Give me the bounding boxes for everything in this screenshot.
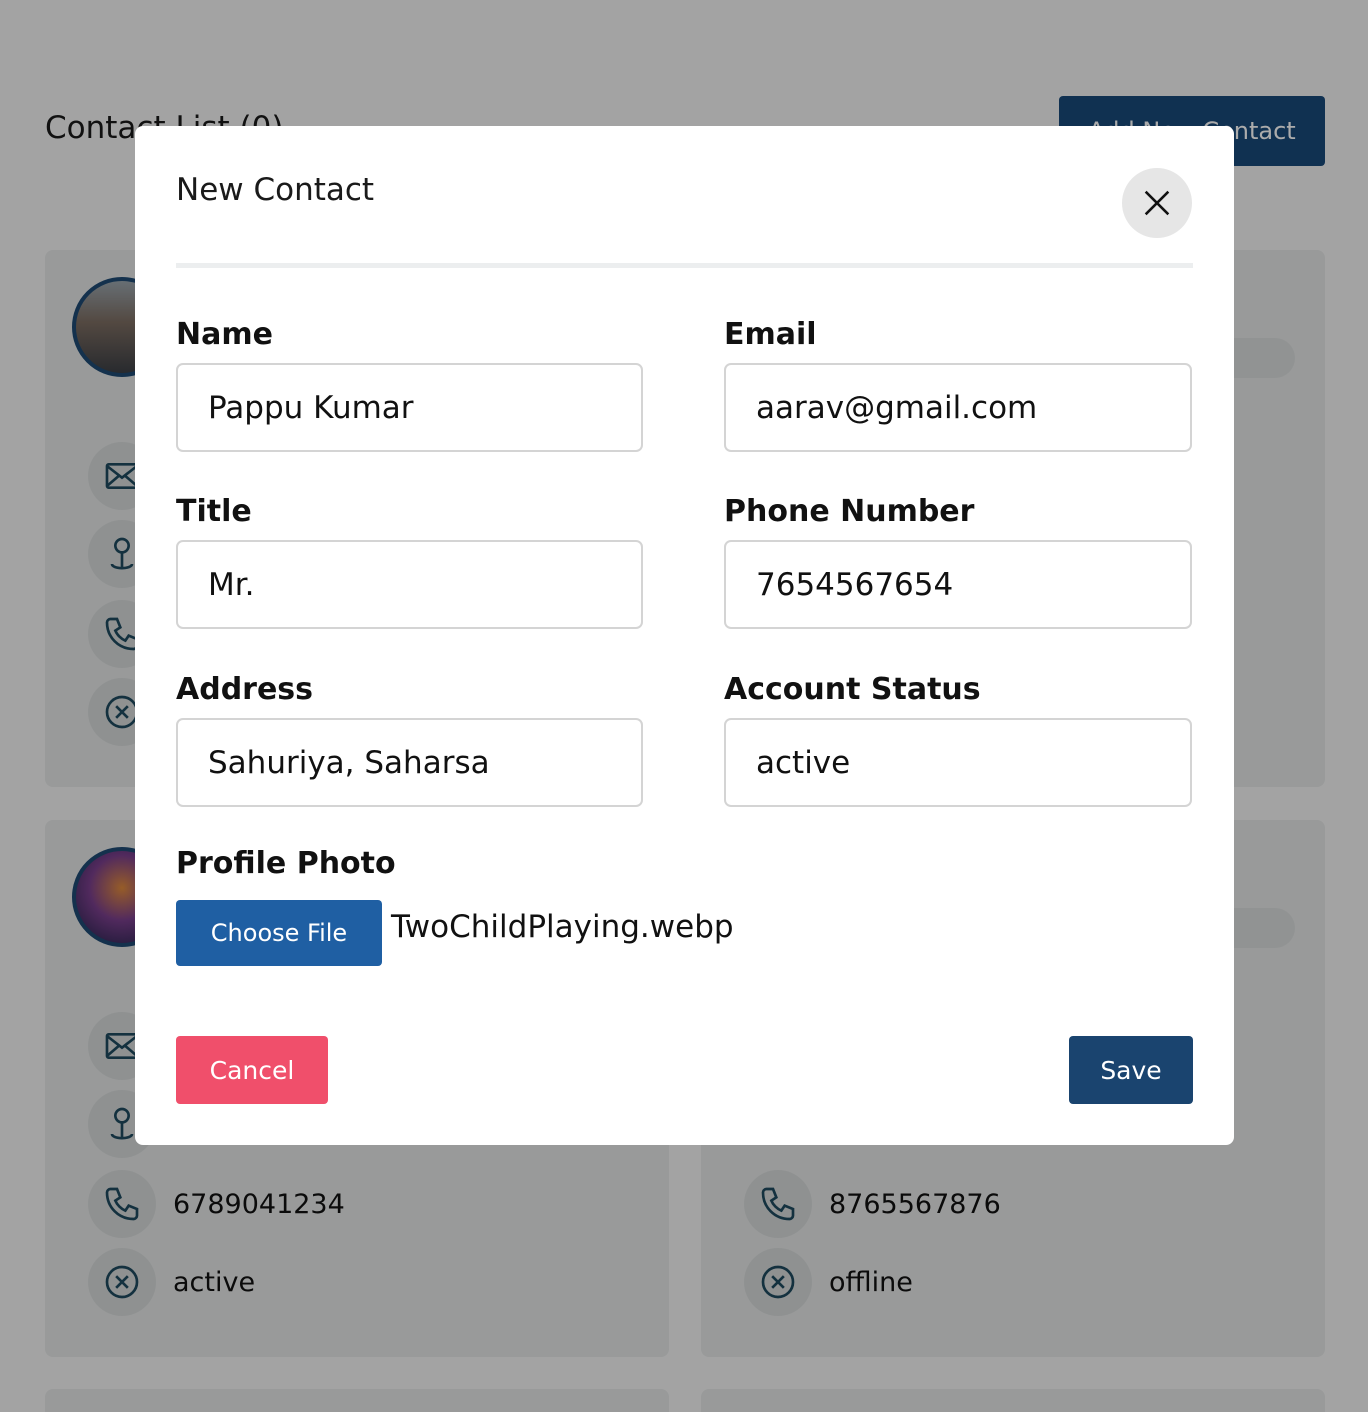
profile-photo-label: Profile Photo <box>176 846 396 881</box>
cancel-button[interactable]: Cancel <box>176 1036 328 1104</box>
modal-title: New Contact <box>176 172 375 208</box>
new-contact-modal: New Contact Name Email Title Phone Numbe… <box>135 126 1234 1145</box>
divider <box>176 263 1193 268</box>
phone-label: Phone Number <box>724 494 975 529</box>
phone-field: Phone Number <box>724 491 1192 629</box>
email-input[interactable] <box>724 363 1192 452</box>
selected-file-name: TwoChildPlaying.webp <box>391 909 734 945</box>
close-button[interactable] <box>1122 168 1192 238</box>
phone-input[interactable] <box>724 540 1192 629</box>
title-input[interactable] <box>176 540 643 629</box>
address-field: Address <box>176 669 643 807</box>
address-input[interactable] <box>176 718 643 807</box>
save-button[interactable]: Save <box>1069 1036 1193 1104</box>
email-label: Email <box>724 317 817 352</box>
title-label: Title <box>176 494 252 529</box>
status-input[interactable] <box>724 718 1192 807</box>
status-label: Account Status <box>724 672 981 707</box>
choose-file-button[interactable]: Choose File <box>176 900 382 966</box>
title-field: Title <box>176 491 643 629</box>
name-input[interactable] <box>176 363 643 452</box>
name-field: Name <box>176 314 643 452</box>
name-label: Name <box>176 317 273 352</box>
close-icon <box>1144 190 1170 216</box>
email-field: Email <box>724 314 1192 452</box>
address-label: Address <box>176 672 314 707</box>
status-field: Account Status <box>724 669 1192 807</box>
